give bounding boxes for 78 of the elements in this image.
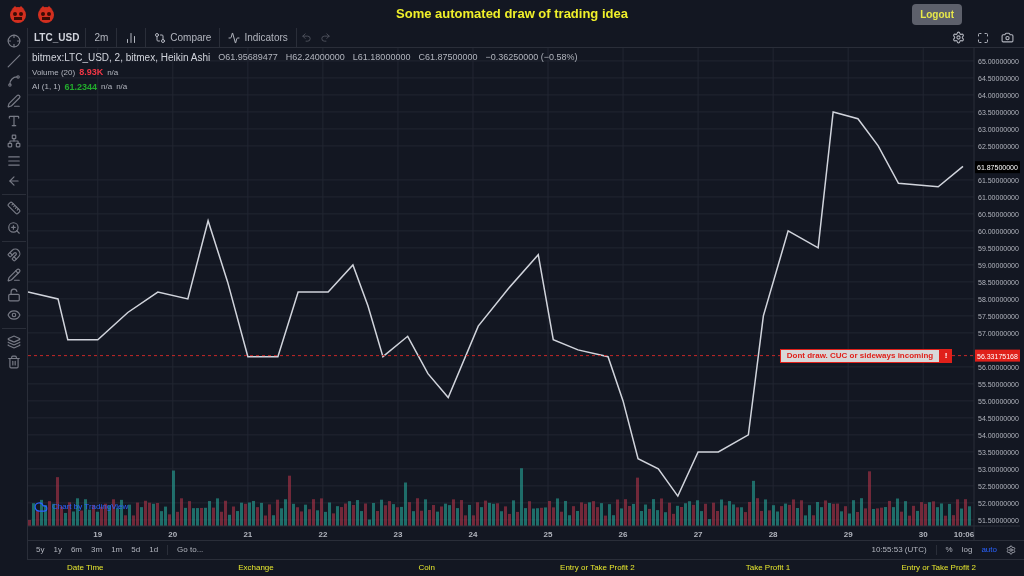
ohlc-value: H62.24000000 xyxy=(285,50,345,64)
study-value: n/a xyxy=(107,66,119,79)
column-header: Exchange xyxy=(237,562,275,574)
line-icon[interactable] xyxy=(6,54,21,68)
goto-button[interactable]: Go to... xyxy=(177,544,204,556)
study-name[interactable]: AI (1, 1) xyxy=(32,81,61,94)
camera-icon[interactable] xyxy=(1001,31,1014,44)
time-tick: 29 xyxy=(843,530,853,539)
time-tick: 25 xyxy=(543,530,553,539)
range-button[interactable]: 5d xyxy=(131,544,141,556)
interval-label[interactable]: 2m xyxy=(86,30,117,45)
zoom-icon[interactable] xyxy=(6,221,21,235)
column-header: Date Time xyxy=(66,562,105,574)
curve-icon[interactable] xyxy=(6,74,21,88)
fullscreen-icon[interactable] xyxy=(977,31,989,44)
logout-button[interactable]: Logout xyxy=(912,3,962,25)
ohlc-value: L61.18000000 xyxy=(352,50,411,64)
time-tick: 19 xyxy=(93,530,103,539)
compare-button[interactable]: Compare xyxy=(146,30,220,45)
ohlc-value: O61.95689477 xyxy=(218,50,278,64)
crosshair-icon[interactable] xyxy=(6,34,21,48)
column-header: Entry or Take Profit 2 xyxy=(900,562,977,574)
time-tick: 23 xyxy=(393,530,403,539)
ohlc-value: −0.36250000 (−0.58%) xyxy=(485,50,578,64)
series-title[interactable]: bitmex:LTC_USD, 2, bitmex, Heikin Ashi xyxy=(32,50,211,65)
magnet-icon[interactable] xyxy=(6,248,21,262)
network-icon[interactable] xyxy=(6,134,21,148)
scale-option[interactable]: % xyxy=(945,544,953,556)
layers-icon[interactable] xyxy=(6,335,21,349)
time-tick: 24 xyxy=(468,530,478,539)
indicators-button[interactable]: Indicators xyxy=(220,30,296,45)
tradingview-icon xyxy=(34,500,48,514)
range-button[interactable]: 1d xyxy=(149,544,159,556)
range-button[interactable]: 3m xyxy=(91,544,103,556)
clock-label: 10:55:53 (UTC) xyxy=(871,544,927,556)
scale-option[interactable]: log xyxy=(961,544,973,556)
trash-icon[interactable] xyxy=(6,355,21,369)
range-button[interactable]: 1m xyxy=(111,544,123,556)
range-button[interactable]: 5y xyxy=(36,544,45,556)
eye-icon[interactable] xyxy=(6,308,21,322)
time-tick: 30 xyxy=(918,530,928,539)
time-tick: 20 xyxy=(168,530,178,539)
page-title: Some automated draw of trading idea xyxy=(396,5,628,24)
column-header: Entry or Take Profit 2 xyxy=(559,562,636,574)
time-tick: 27 xyxy=(693,530,703,539)
study-value: 61.2344 xyxy=(64,80,97,94)
settings-icon[interactable] xyxy=(952,31,965,44)
attribution-link[interactable]: Chart by TradingView xyxy=(52,501,129,513)
text-icon[interactable] xyxy=(6,114,21,128)
compare-icon xyxy=(154,31,167,44)
alert-button[interactable]: ! xyxy=(940,348,952,363)
time-tick: 28 xyxy=(768,530,778,539)
time-label: 10:06 xyxy=(953,530,975,539)
unlock-icon[interactable] xyxy=(6,288,21,302)
study-value: n/a xyxy=(116,81,128,94)
study-value: 8.93K xyxy=(79,66,104,79)
time-tick: 26 xyxy=(618,530,628,539)
time-tick: 21 xyxy=(243,530,253,539)
symbol-label[interactable]: LTC_USD xyxy=(28,30,86,45)
study-name[interactable]: Volume (20) xyxy=(32,66,76,79)
indicators-icon xyxy=(228,31,241,44)
pencil-icon[interactable] xyxy=(6,268,21,282)
pen-icon[interactable] xyxy=(6,94,21,108)
lines-icon[interactable] xyxy=(6,154,21,168)
time-tick: 22 xyxy=(318,530,328,539)
column-header: Take Profit 1 xyxy=(744,562,792,574)
logo-icon xyxy=(36,5,56,23)
settings-icon[interactable] xyxy=(1006,545,1016,555)
range-button[interactable]: 6m xyxy=(70,544,83,556)
ohlc-value: C61.87500000 xyxy=(418,50,478,64)
scale-option[interactable]: auto xyxy=(981,544,997,556)
logo-icon xyxy=(8,5,28,23)
study-value: n/a xyxy=(101,81,113,94)
ruler-icon[interactable] xyxy=(6,201,21,215)
candles-icon[interactable] xyxy=(125,31,138,44)
column-header: Coin xyxy=(417,562,436,574)
range-button[interactable]: 1y xyxy=(53,544,62,556)
alert-label: Dont draw. CUC or sideways incoming xyxy=(780,348,940,363)
